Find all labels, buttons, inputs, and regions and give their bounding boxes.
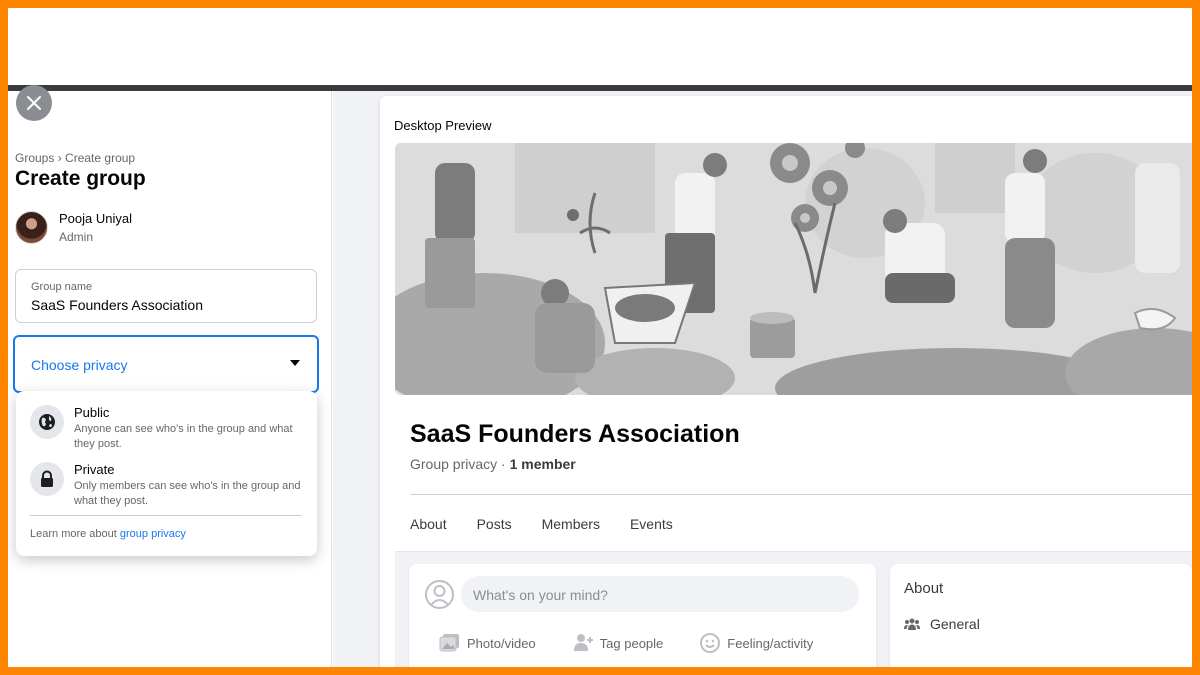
create-group-panel: Groups › Create group Create group Pooja… [8,85,332,667]
public-option-desc: Anyone can see who's in the group and wh… [74,423,293,450]
member-count: 1 member [509,456,576,472]
privacy-option-public[interactable]: Public Anyone can see who's in the group… [30,405,306,452]
about-general-row: General [904,616,980,632]
photo-icon [439,632,461,654]
photo-video-label: Photo/video [467,635,536,651]
admin-info: Pooja Uniyal Admin [15,211,132,244]
private-option-title: Private [74,462,115,477]
app-frame: Groups › Create group Create group Pooja… [8,8,1192,667]
tab-events[interactable]: Events [630,516,673,532]
breadcrumb-current: Create group [65,151,136,165]
admin-name: Pooja Uniyal [59,211,132,226]
privacy-select-placeholder: Choose privacy [31,357,128,373]
globe-icon [30,405,64,439]
privacy-dropdown: Public Anyone can see who's in the group… [16,391,317,556]
public-option-title: Public [74,405,110,420]
about-card-title: About [904,580,944,597]
learn-more-prefix: Learn more about [30,528,120,540]
page-title: Create group [15,167,146,190]
group-name-label: Group name [31,281,93,293]
composer-avatar-icon [425,580,454,609]
private-option-desc: Only members can see who's in the group … [74,480,301,507]
post-composer: What's on your mind? Photo/video Tag peo… [409,564,876,667]
tabs-divider [410,494,1192,495]
preview-group-meta: Group privacy · 1 member [410,456,576,472]
tag-people-icon [572,632,594,654]
close-button[interactable] [16,85,52,121]
group-privacy-link[interactable]: group privacy [120,528,186,540]
privacy-select[interactable]: Choose privacy [13,335,319,393]
tab-posts[interactable]: Posts [477,516,512,532]
preview-feed-area: What's on your mind? Photo/video Tag peo… [395,552,1192,667]
learn-more-text: Learn more about group privacy [30,528,186,540]
photo-video-button[interactable]: Photo/video [439,632,536,654]
feeling-icon [699,632,721,654]
avatar [15,211,48,244]
preview-title: Desktop Preview [394,118,492,133]
breadcrumb: Groups › Create group [15,151,135,165]
admin-role: Admin [59,230,94,244]
privacy-option-private[interactable]: Private Only members can see who's in th… [30,462,306,509]
people-icon [904,617,920,631]
tag-people-button[interactable]: Tag people [572,632,664,654]
about-card: About General [890,564,1192,667]
lock-icon [30,462,64,496]
about-general-label: General [930,616,980,632]
composer-placeholder: What's on your mind? [473,587,608,603]
tag-people-label: Tag people [599,635,664,651]
close-icon [27,96,41,110]
tab-about[interactable]: About [410,516,447,532]
group-name-value[interactable]: SaaS Founders Association [31,297,203,313]
feeling-activity-button[interactable]: Feeling/activity [699,632,813,654]
cover-illustration [395,143,1192,395]
preview-tabs: About Posts Members Events [410,516,703,532]
breadcrumb-groups-link[interactable]: Groups [15,151,54,165]
composer-actions: Photo/video Tag people Feeling/activity [439,632,849,654]
desktop-preview-card: Desktop Preview SaaS Founders Associatio… [380,96,1192,667]
caret-down-icon [290,360,300,366]
dropdown-divider [30,515,302,516]
composer-input[interactable]: What's on your mind? [461,576,859,612]
group-privacy-text: Group privacy · [410,456,510,472]
group-name-field[interactable]: Group name SaaS Founders Association [15,269,317,323]
breadcrumb-separator: › [57,151,62,165]
tab-members[interactable]: Members [542,516,600,532]
feeling-activity-label: Feeling/activity [727,635,814,651]
preview-group-title: SaaS Founders Association [410,420,740,448]
